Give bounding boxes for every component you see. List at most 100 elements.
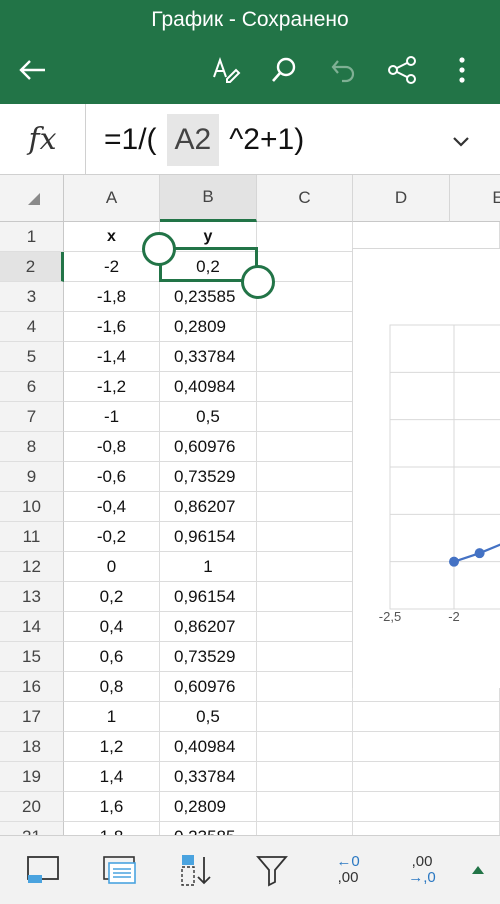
row-header[interactable]: 16: [0, 672, 64, 702]
cell-b[interactable]: 0,33784: [160, 342, 257, 372]
cell-b[interactable]: 0,5: [160, 702, 257, 732]
cell-c[interactable]: [257, 642, 353, 672]
cell-a[interactable]: 0: [64, 552, 160, 582]
row-header[interactable]: 10: [0, 492, 64, 522]
cell-c[interactable]: [257, 402, 353, 432]
cell-c[interactable]: [257, 462, 353, 492]
column-header-b[interactable]: B: [160, 175, 257, 222]
cell-c[interactable]: [257, 372, 353, 402]
cell-a[interactable]: 0,4: [64, 612, 160, 642]
increase-decimal-icon[interactable]: ,00 →,0: [400, 850, 444, 890]
cell-c[interactable]: [257, 582, 353, 612]
back-arrow-icon[interactable]: [14, 52, 50, 88]
cell-d[interactable]: [353, 822, 500, 835]
row-header[interactable]: 4: [0, 312, 64, 342]
cell-b[interactable]: 0,40984: [160, 732, 257, 762]
row-header[interactable]: 2: [0, 252, 64, 282]
selection-handle-start[interactable]: [142, 232, 176, 266]
selection-handle-end[interactable]: [241, 265, 275, 299]
cell-a[interactable]: -0,4: [64, 492, 160, 522]
cell-b[interactable]: 0,33784: [160, 762, 257, 792]
cell-b[interactable]: 0,23585: [160, 822, 257, 835]
chart-area[interactable]: -2,5 -2: [352, 248, 500, 688]
cell-b[interactable]: 0,2809: [160, 312, 257, 342]
row-header[interactable]: 21: [0, 822, 64, 835]
cell-b[interactable]: 1: [160, 552, 257, 582]
cell-a[interactable]: 1: [64, 702, 160, 732]
cell-a[interactable]: 0,8: [64, 672, 160, 702]
column-header-c[interactable]: C: [257, 175, 353, 222]
cell-c[interactable]: [257, 822, 353, 835]
cell-c[interactable]: [257, 552, 353, 582]
cell-c[interactable]: [257, 792, 353, 822]
row-header[interactable]: 8: [0, 432, 64, 462]
decrease-decimal-icon[interactable]: ←0 ,00: [326, 850, 370, 890]
row-header[interactable]: 6: [0, 372, 64, 402]
cell-d[interactable]: [353, 762, 500, 792]
formula-input[interactable]: =1/( A2 ^2+1): [104, 114, 304, 166]
insert-cells-icon[interactable]: [20, 850, 64, 890]
cell-b[interactable]: 0,2809: [160, 792, 257, 822]
row-header[interactable]: 20: [0, 792, 64, 822]
row-header[interactable]: 9: [0, 462, 64, 492]
cell-a[interactable]: 1,8: [64, 822, 160, 835]
formula-cell-reference[interactable]: A2: [166, 114, 220, 166]
cell-c[interactable]: [257, 672, 353, 702]
fx-icon[interactable]: fx: [0, 104, 86, 174]
cell-b[interactable]: 0,96154: [160, 582, 257, 612]
cell-b[interactable]: 0,86207: [160, 612, 257, 642]
undo-icon[interactable]: [326, 52, 362, 88]
cell-d[interactable]: [353, 792, 500, 822]
cell-b[interactable]: 0,86207: [160, 492, 257, 522]
cell-a[interactable]: 1,2: [64, 732, 160, 762]
cell-b[interactable]: 0,73529: [160, 642, 257, 672]
cell-b[interactable]: 0,40984: [160, 372, 257, 402]
cell-c[interactable]: [257, 612, 353, 642]
cell-a[interactable]: 0,2: [64, 582, 160, 612]
cell-a[interactable]: -1,4: [64, 342, 160, 372]
row-header[interactable]: 19: [0, 762, 64, 792]
row-header[interactable]: 18: [0, 732, 64, 762]
row-header[interactable]: 17: [0, 702, 64, 732]
cell-a[interactable]: 0,6: [64, 642, 160, 672]
cell-b[interactable]: 0,73529: [160, 462, 257, 492]
more-vertical-icon[interactable]: [444, 52, 480, 88]
cell-b[interactable]: 0,60976: [160, 432, 257, 462]
cell-c[interactable]: [257, 762, 353, 792]
cell-a[interactable]: -1,6: [64, 312, 160, 342]
cell-c[interactable]: [257, 702, 353, 732]
cell-b[interactable]: 0,5: [160, 402, 257, 432]
expand-up-icon[interactable]: [456, 850, 500, 890]
column-header-e[interactable]: E: [450, 175, 500, 222]
search-icon[interactable]: [266, 52, 302, 88]
cell-d[interactable]: [353, 732, 500, 762]
row-header[interactable]: 12: [0, 552, 64, 582]
row-header[interactable]: 7: [0, 402, 64, 432]
draw-pen-icon[interactable]: [208, 52, 244, 88]
share-icon[interactable]: [384, 52, 420, 88]
cell-c[interactable]: [257, 732, 353, 762]
chevron-down-icon[interactable]: [446, 126, 476, 156]
column-header-a[interactable]: A: [64, 175, 160, 222]
cell-c[interactable]: [257, 432, 353, 462]
cell-b[interactable]: 0,60976: [160, 672, 257, 702]
cell-a[interactable]: 1,6: [64, 792, 160, 822]
row-header[interactable]: 3: [0, 282, 64, 312]
cell-c[interactable]: [257, 312, 353, 342]
row-header[interactable]: 5: [0, 342, 64, 372]
cell-a[interactable]: -0,2: [64, 522, 160, 552]
cell-a[interactable]: -1,2: [64, 372, 160, 402]
sort-icon[interactable]: [174, 850, 218, 890]
select-all-corner[interactable]: [0, 175, 64, 222]
cell-a[interactable]: -0,8: [64, 432, 160, 462]
filter-icon[interactable]: [250, 850, 294, 890]
row-header[interactable]: 1: [0, 222, 64, 252]
cell-c[interactable]: [257, 492, 353, 522]
cell-a[interactable]: -1,8: [64, 282, 160, 312]
cell-a[interactable]: 1,4: [64, 762, 160, 792]
column-header-d[interactable]: D: [353, 175, 450, 222]
cell-a[interactable]: -1: [64, 402, 160, 432]
cell-a[interactable]: -0,6: [64, 462, 160, 492]
row-header[interactable]: 15: [0, 642, 64, 672]
cell-c[interactable]: [257, 342, 353, 372]
